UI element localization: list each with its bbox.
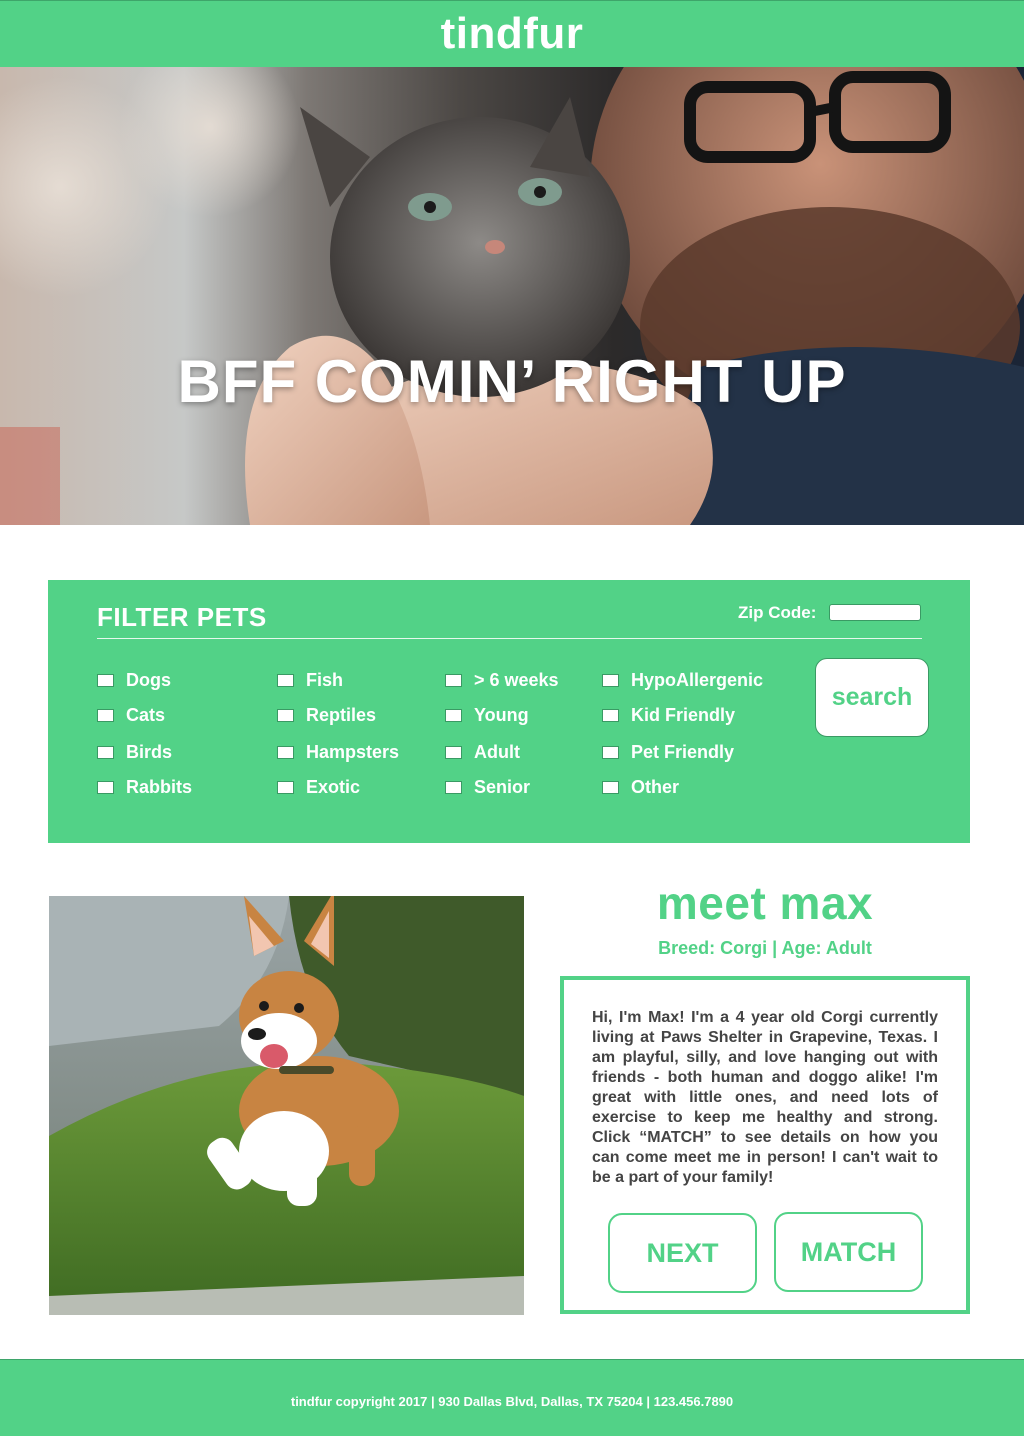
corgi-photo: [49, 896, 524, 1315]
checkbox[interactable]: [97, 745, 114, 759]
checkbox[interactable]: [97, 780, 114, 794]
footer-text: tindfur copyright 2017 | 930 Dallas Blvd…: [290, 1394, 734, 1409]
filter-option-label: Senior: [474, 776, 531, 797]
filter-option-label: Exotic: [306, 776, 361, 797]
checkbox[interactable]: [277, 780, 294, 794]
hero-photo: [0, 67, 1024, 525]
filter-option-label: Dogs: [126, 669, 171, 690]
next-button[interactable]: NEXT: [608, 1213, 757, 1293]
filter-option-label: Reptiles: [306, 704, 377, 725]
filter-option-label: Rabbits: [126, 776, 193, 797]
zip-code-input[interactable]: [829, 604, 921, 621]
pet-bio-text: Hi, I'm Max! I'm a 4 year old Corgi curr…: [592, 1009, 938, 1186]
filter-option-label: Pet Friendly: [631, 741, 735, 762]
checkbox[interactable]: [602, 708, 619, 722]
checkbox[interactable]: [277, 673, 294, 687]
filter-option-label: Cats: [126, 704, 166, 725]
checkbox[interactable]: [602, 745, 619, 759]
filter-option-rabbits[interactable]: Rabbits: [97, 775, 192, 799]
filter-option-label: Fish: [306, 669, 344, 690]
site-header: tindfur: [0, 0, 1024, 67]
filter-option-label: Adult: [474, 741, 520, 762]
filter-option-exotic[interactable]: Exotic: [277, 775, 360, 799]
filter-option-senior[interactable]: Senior: [445, 775, 530, 799]
checkbox[interactable]: [445, 708, 462, 722]
filter-option-adult[interactable]: Adult: [445, 740, 520, 764]
filter-option-hampsters[interactable]: Hampsters: [277, 740, 399, 764]
checkbox[interactable]: [445, 780, 462, 794]
filter-option-over-6-weeks[interactable]: > 6 weeks: [445, 668, 559, 692]
filter-option-hypoallergenic[interactable]: HypoAllergenic: [602, 668, 763, 692]
checkbox[interactable]: [445, 673, 462, 687]
pet-name-heading: meet max: [656, 877, 874, 929]
filter-option-kid-friendly[interactable]: Kid Friendly: [602, 703, 735, 727]
checkbox[interactable]: [277, 708, 294, 722]
filter-option-dogs[interactable]: Dogs: [97, 668, 171, 692]
filter-option-pet-friendly[interactable]: Pet Friendly: [602, 740, 734, 764]
filter-option-reptiles[interactable]: Reptiles: [277, 703, 376, 727]
site-logo[interactable]: tindfur: [441, 9, 584, 58]
filter-option-birds[interactable]: Birds: [97, 740, 172, 764]
filter-option-label: Kid Friendly: [631, 704, 736, 725]
filter-option-label: Birds: [126, 741, 173, 762]
filter-title: FILTER PETS: [97, 602, 267, 632]
filter-option-label: HypoAllergenic: [631, 669, 764, 690]
checkbox[interactable]: [97, 673, 114, 687]
filter-option-cats[interactable]: Cats: [97, 703, 165, 727]
pet-meta-text: Breed: Corgi | Age: Adult: [658, 938, 872, 958]
match-button[interactable]: MATCH: [774, 1212, 923, 1292]
filter-option-label: Other: [631, 776, 680, 797]
checkbox[interactable]: [277, 745, 294, 759]
filter-option-other[interactable]: Other: [602, 775, 679, 799]
hero-banner: BFF COMIN’ RIGHT UP: [0, 67, 1024, 525]
filter-option-label: > 6 weeks: [474, 669, 559, 690]
checkbox[interactable]: [602, 780, 619, 794]
filter-panel: FILTER PETS Zip Code: Dogs Cats Birds Ra…: [48, 580, 970, 843]
zip-code-label: Zip Code:: [738, 603, 817, 622]
hero-title: BFF COMIN’ RIGHT UP: [177, 348, 847, 415]
filter-option-label: Young: [474, 704, 529, 725]
filter-divider: [97, 638, 922, 639]
site-footer: tindfur copyright 2017 | 930 Dallas Blvd…: [0, 1359, 1024, 1436]
checkbox[interactable]: [602, 673, 619, 687]
pet-photo: [49, 896, 524, 1315]
filter-option-label: Hampsters: [306, 741, 400, 762]
search-button[interactable]: search: [815, 658, 929, 737]
filter-option-fish[interactable]: Fish: [277, 668, 343, 692]
checkbox[interactable]: [445, 745, 462, 759]
checkbox[interactable]: [97, 708, 114, 722]
pet-bio-card: Hi, I'm Max! I'm a 4 year old Corgi curr…: [560, 976, 970, 1314]
filter-option-young[interactable]: Young: [445, 703, 529, 727]
